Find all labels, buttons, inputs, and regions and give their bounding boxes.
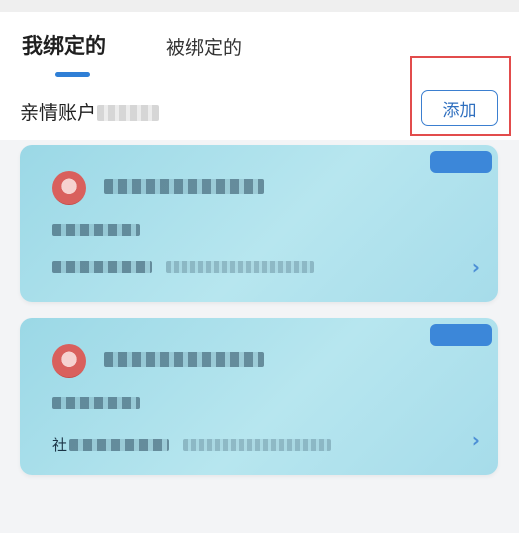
chevron-right-icon[interactable]: ›: [472, 255, 480, 279]
card-title-blurred: [104, 352, 264, 371]
card-holder-blurred: [52, 221, 140, 240]
card-number-blurred: [52, 261, 314, 273]
active-tab-indicator: [55, 72, 90, 77]
masked-count: [97, 105, 160, 121]
add-button[interactable]: 添加: [421, 90, 498, 126]
tab-bound-by-me[interactable]: 我绑定的: [22, 30, 106, 60]
status-strip: [0, 0, 519, 12]
card-number-blurred: 社: [52, 434, 332, 455]
card-title-blurred: [104, 179, 264, 198]
emblem-icon: [52, 171, 86, 205]
tab-bound-to-me[interactable]: 被绑定的: [166, 33, 242, 60]
e-card-1[interactable]: ›: [20, 145, 498, 302]
emblem-icon: [52, 344, 86, 378]
card-number-prefix: 社: [52, 436, 68, 454]
card-holder-blurred: [52, 394, 140, 413]
card-badge: [430, 324, 492, 346]
section-title-text: 亲情账户: [20, 102, 97, 124]
section-title: 亲情账户: [20, 98, 160, 125]
card-badge: [430, 151, 492, 173]
e-card-2[interactable]: 社 ›: [20, 318, 498, 475]
chevron-right-icon[interactable]: ›: [472, 428, 480, 452]
